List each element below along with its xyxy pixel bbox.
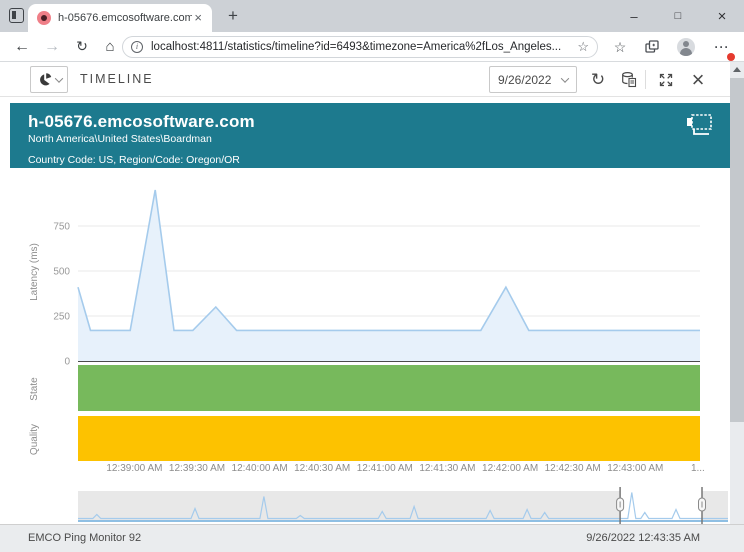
x-tick-label: 12:42:30 AM — [545, 463, 601, 474]
forward-icon: → — [40, 32, 64, 61]
state-axis-label: State — [29, 377, 40, 401]
tab-title: h-05676.emcosoftware.com - Ti — [58, 12, 192, 24]
status-bar: EMCO Ping Monitor 92 9/26/2022 12:43:35 … — [0, 524, 744, 552]
toolbar-separator — [645, 70, 646, 89]
app-name-label: EMCO Ping Monitor 92 — [28, 532, 141, 544]
x-tick-label: 12:40:30 AM — [294, 463, 350, 474]
x-tick-label: 12:41:30 AM — [419, 463, 475, 474]
avatar-icon — [677, 38, 695, 56]
x-tick-label: 12:39:00 AM — [106, 463, 162, 474]
chevron-down-icon — [54, 74, 62, 82]
fullscreen-button[interactable] — [652, 66, 680, 93]
x-tick-label: 12:39:30 AM — [169, 463, 225, 474]
scroll-up-icon[interactable] — [733, 67, 741, 72]
x-tick-label: 1... — [691, 463, 705, 474]
chart-type-split-button[interactable] — [30, 66, 68, 93]
new-tab-button[interactable]: + — [222, 6, 244, 26]
timeline-toolbar: TIMELINE 9/26/2022 ↻ × — [0, 62, 730, 97]
host-name: h-05676.emcosoftware.com — [28, 112, 716, 132]
svg-text:750: 750 — [53, 222, 70, 233]
monitor-icon — [684, 113, 714, 144]
browser-app-icon[interactable] — [9, 8, 24, 23]
export-data-button[interactable] — [614, 66, 642, 93]
close-view-button[interactable]: × — [684, 66, 712, 93]
browser-title-bar: h-05676.emcosoftware.com - Ti × + – □ × — [0, 0, 744, 32]
browser-menu-icon[interactable]: ··· — [710, 35, 734, 59]
range-selector[interactable] — [0, 487, 730, 524]
date-picker[interactable]: 9/26/2022 — [489, 66, 577, 93]
svg-text:250: 250 — [53, 312, 70, 323]
x-tick-label: 12:43:00 AM — [607, 463, 663, 474]
notification-badge — [727, 53, 735, 61]
quality-band — [78, 416, 700, 461]
latency-area — [78, 190, 700, 361]
host-location: North America\United States\Boardman — [28, 133, 716, 145]
latency-line — [78, 190, 700, 330]
back-icon[interactable]: ← — [10, 32, 34, 61]
site-info-icon[interactable]: i — [131, 41, 143, 53]
scrollbar-thumb[interactable] — [730, 78, 744, 422]
browser-nav-bar: ← → ↻ ⌂ i localhost:4811/statistics/time… — [0, 32, 744, 62]
tab-close-icon[interactable]: × — [192, 11, 204, 25]
favorites-bar-icon[interactable]: ☆ — [608, 35, 632, 59]
host-info-card: h-05676.emcosoftware.com North America\U… — [10, 103, 730, 168]
expand-arrows-icon — [658, 72, 674, 88]
window-maximize-button[interactable]: □ — [656, 0, 700, 32]
browser-tab[interactable]: h-05676.emcosoftware.com - Ti × — [28, 4, 212, 32]
browser-window: h-05676.emcosoftware.com - Ti × + – □ × … — [0, 0, 744, 552]
page-scrollbar[interactable] — [730, 62, 744, 552]
chevron-down-icon — [561, 74, 569, 82]
y-axis-label: Latency (ms) — [29, 243, 40, 301]
favorite-star-icon[interactable]: ☆ — [577, 39, 589, 55]
svg-text:0: 0 — [64, 357, 70, 368]
home-icon[interactable]: ⌂ — [98, 32, 122, 61]
host-details: Country Code: US, Region/Code: Oregon/OR — [28, 154, 716, 166]
address-bar[interactable]: i localhost:4811/statistics/timeline?id=… — [122, 36, 598, 58]
state-band — [78, 365, 700, 411]
quality-axis-label: Quality — [29, 424, 40, 455]
x-tick-label: 12:41:00 AM — [357, 463, 413, 474]
window-minimize-button[interactable]: – — [612, 0, 656, 32]
reload-icon[interactable]: ↻ — [70, 32, 94, 61]
pie-chart-icon — [37, 72, 53, 88]
x-tick-label: 12:42:00 AM — [482, 463, 538, 474]
refresh-button[interactable]: ↻ — [584, 66, 612, 93]
page-title: TIMELINE — [80, 72, 154, 86]
status-timestamp: 9/26/2022 12:43:35 AM — [586, 532, 700, 544]
latency-timeline-chart: 0 250 500 750 Latency (ms) State Quality 12:39:… — [0, 175, 730, 485]
database-export-icon — [620, 71, 637, 88]
profile-avatar[interactable] — [674, 35, 698, 59]
collections-icon[interactable] — [640, 35, 664, 59]
date-value: 9/26/2022 — [498, 73, 562, 87]
x-tick-label: 12:40:00 AM — [232, 463, 288, 474]
window-close-button[interactable]: × — [700, 0, 744, 32]
url-text[interactable]: localhost:4811/statistics/timeline?id=64… — [151, 41, 577, 53]
site-favicon-icon — [37, 11, 51, 25]
svg-text:500: 500 — [53, 267, 70, 278]
